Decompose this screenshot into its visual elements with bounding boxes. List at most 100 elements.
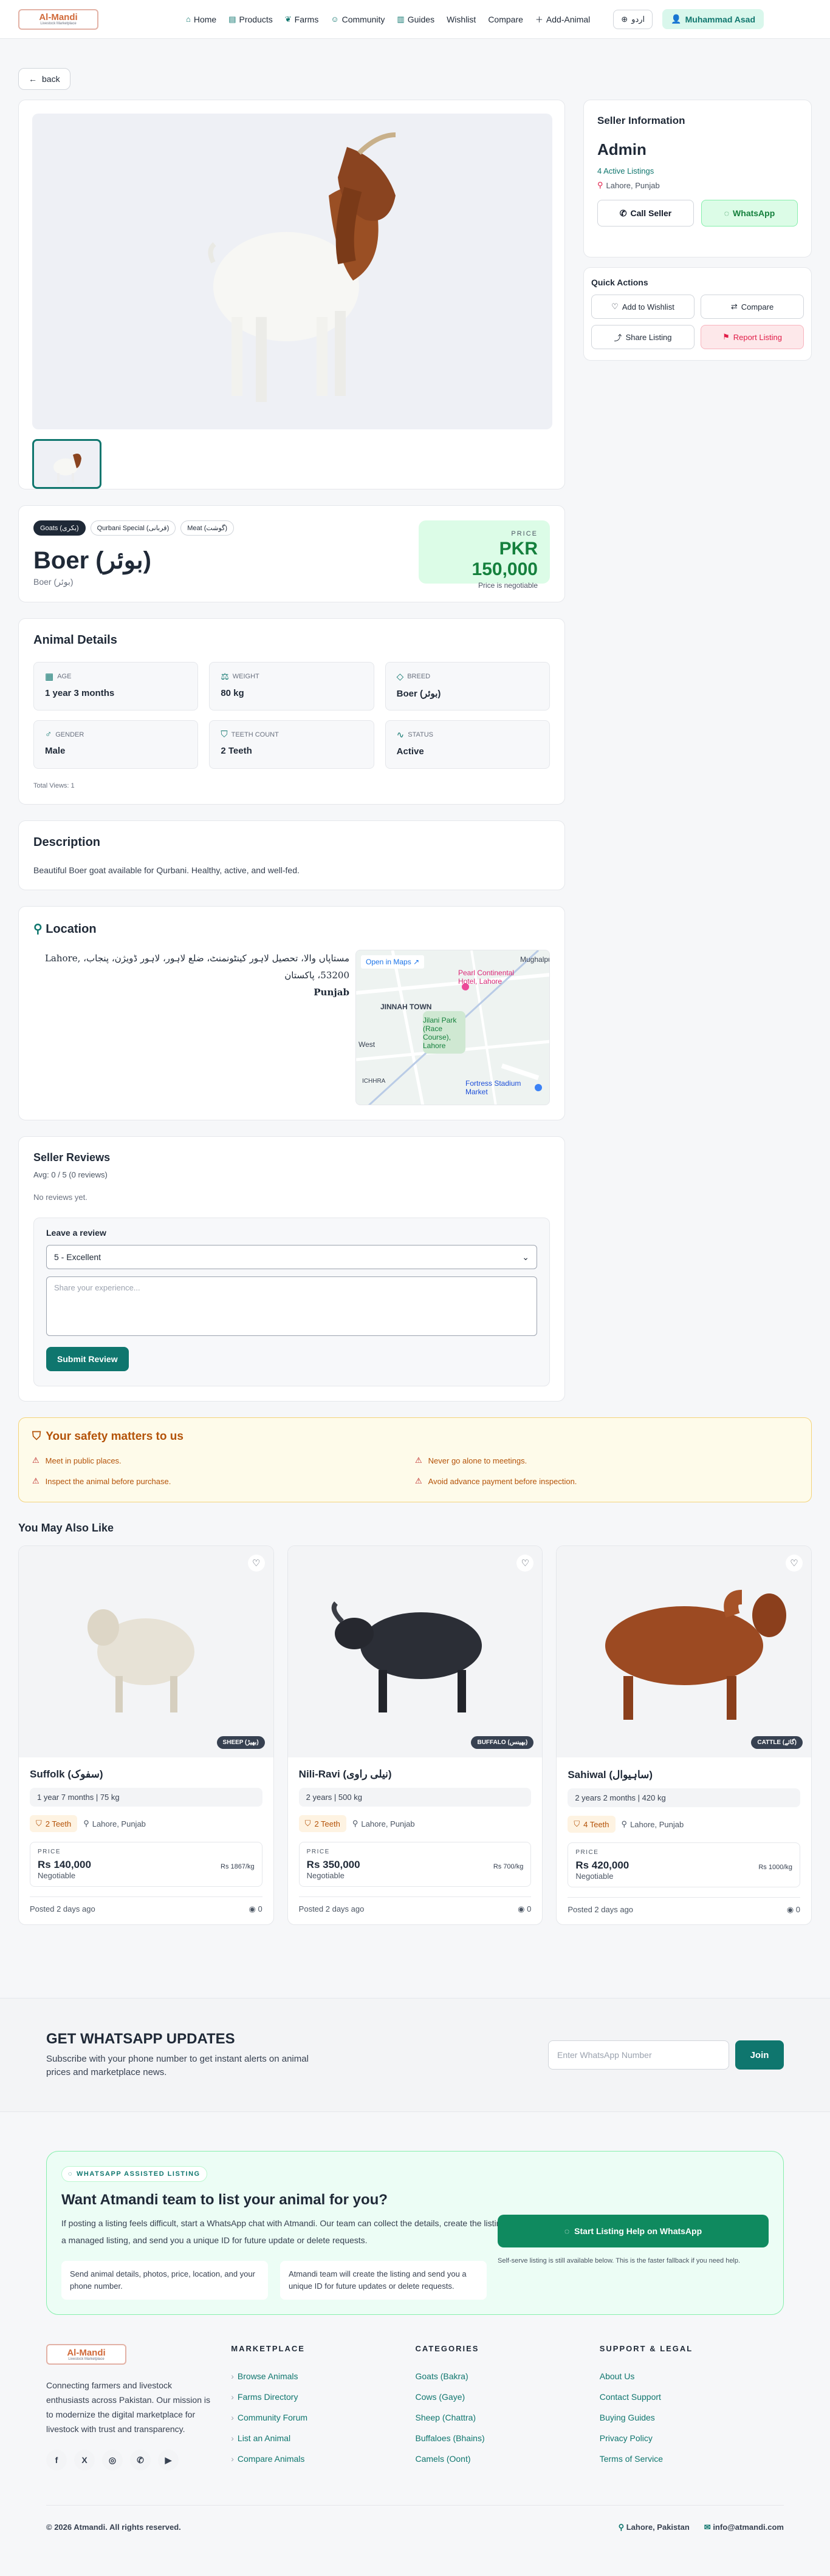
- nav-farms[interactable]: ❦ Farms: [279, 11, 325, 28]
- nav-community[interactable]: ☺ Community: [324, 11, 391, 28]
- footer-link[interactable]: › Farms Directory: [231, 2392, 415, 2402]
- card-title[interactable]: Nili-Ravi (نیلی راوی): [299, 1768, 532, 1780]
- activity-icon: ∿: [396, 730, 405, 740]
- shield-icon: ⛉: [36, 1819, 42, 1828]
- open-maps-label: Open in Maps: [366, 958, 411, 966]
- footer-link[interactable]: › List an Animal: [231, 2433, 415, 2443]
- start-listing-help-button[interactable]: ◌ Start Listing Help on WhatsApp: [498, 2215, 769, 2247]
- map-pin-icon: ⚲: [352, 1819, 358, 1828]
- user-menu-button[interactable]: 👤 Muhammad Asad: [662, 9, 764, 29]
- instagram-icon[interactable]: ◎: [102, 2450, 123, 2470]
- share-listing-button[interactable]: ⤴ Share Listing: [591, 325, 695, 349]
- negotiable-text: Negotiable: [38, 1871, 76, 1880]
- nav-label: Farms: [294, 14, 319, 24]
- footer-email-text: info@atmandi.com: [713, 2523, 784, 2532]
- footer-link[interactable]: › Browse Animals: [231, 2371, 415, 2381]
- footer-about: Al-Mandi Livestock Marketplace Connectin…: [46, 2344, 231, 2475]
- listing-card[interactable]: ♡ CATTLE (گائے) Sahiwal (ساہیوال) 2 year…: [556, 1545, 812, 1925]
- card-title[interactable]: Suffolk (سفوک): [30, 1768, 262, 1780]
- nav-wishlist[interactable]: Wishlist: [441, 11, 482, 28]
- card-price: PRICE Rs 140,000 Negotiable Rs 1867/kg: [30, 1842, 262, 1887]
- globe-icon: ⊕: [621, 14, 628, 24]
- rating-select[interactable]: 5 - Excellent ⌄: [46, 1245, 537, 1269]
- footer-link[interactable]: Goats (Bakra): [415, 2371, 599, 2381]
- details-heading: Animal Details: [33, 633, 117, 647]
- location-section: ⚲ Location Lahore, مستاپاں والا، تحصیل ل…: [18, 906, 565, 1120]
- gallery-thumbnail[interactable]: [32, 439, 101, 489]
- site-logo[interactable]: Al-Mandi Livestock Marketplace: [18, 9, 98, 30]
- tag-qurbani[interactable]: Qurbani Special (قربانی): [90, 520, 176, 536]
- tag-meat[interactable]: Meat (گوشت): [180, 520, 235, 536]
- footer-link[interactable]: Cows (Gaye): [415, 2392, 599, 2402]
- footer-link[interactable]: › Compare Animals: [231, 2454, 415, 2464]
- nav-compare[interactable]: Compare: [482, 11, 529, 28]
- footer-link[interactable]: Terms of Service: [600, 2454, 784, 2464]
- x-icon[interactable]: X: [74, 2450, 95, 2470]
- wishlist-heart-icon[interactable]: ♡: [786, 1555, 803, 1572]
- leave-review-label: Leave a review: [46, 1228, 106, 1238]
- call-label: Call Seller: [630, 208, 672, 218]
- listing-card-image[interactable]: ♡ SHEEP (بھیڑ): [19, 1546, 273, 1757]
- detail-value: Active: [396, 746, 424, 757]
- footer-link[interactable]: Buffaloes (Bhains): [415, 2433, 599, 2443]
- map-label-stadium: Fortress Stadium Market: [465, 1079, 521, 1096]
- footer-link[interactable]: Buying Guides: [600, 2413, 784, 2422]
- card-title[interactable]: Sahiwal (ساہیوال): [568, 1768, 800, 1781]
- nav-products[interactable]: ▤ Products: [222, 11, 279, 28]
- assisted-text: If posting a listing feels difficult, st…: [61, 2218, 517, 2245]
- posted-time: Posted 2 days ago: [298, 1904, 365, 1913]
- footer-link[interactable]: › Community Forum: [231, 2413, 415, 2422]
- location-map[interactable]: Open in Maps ↗ JINNAH TOWN Jilani Park (…: [355, 950, 550, 1105]
- language-toggle[interactable]: ⊕ اردو: [613, 9, 653, 29]
- footer-link[interactable]: Privacy Policy: [600, 2433, 784, 2443]
- listing-card-image[interactable]: ♡ BUFFALO (بھینس): [287, 1546, 543, 1757]
- footer-link[interactable]: Contact Support: [600, 2392, 784, 2402]
- listing-title: Boer (بوئر): [33, 547, 151, 574]
- compare-button[interactable]: ⇄ Compare: [701, 295, 804, 319]
- detail-age: ▦ AGE 1 year 3 months: [33, 662, 199, 710]
- back-button[interactable]: ← back: [18, 68, 70, 90]
- review-textarea[interactable]: Share your experience...: [46, 1276, 537, 1336]
- call-seller-button[interactable]: ✆ Call Seller: [597, 200, 694, 227]
- report-listing-button[interactable]: ⚑ Report Listing: [701, 325, 804, 349]
- nav-home[interactable]: ⌂ Home: [180, 11, 222, 28]
- tag-goats[interactable]: Goats (بکری): [33, 520, 86, 536]
- footer-location-text: Lahore, Pakistan: [626, 2523, 690, 2532]
- rating-value: 5 - Excellent: [54, 1252, 101, 1262]
- listing-card[interactable]: ♡ BUFFALO (بھینس) Nili-Ravi (نیلی راوی) …: [287, 1545, 543, 1925]
- footer-link[interactable]: Camels (Oont): [415, 2454, 599, 2464]
- footer-link[interactable]: About Us: [600, 2371, 784, 2381]
- whatsapp-icon[interactable]: ✆: [130, 2450, 151, 2470]
- listing-card-image[interactable]: ♡ CATTLE (گائے): [557, 1546, 812, 1757]
- footer-link[interactable]: Sheep (Chattra): [415, 2413, 599, 2422]
- location-heading: Location: [46, 922, 97, 936]
- listing-card[interactable]: ♡ SHEEP (بھیڑ) Suffolk (سفوک) 1 year 7 m…: [18, 1545, 274, 1925]
- card-meta: 1 year 7 months | 75 kg: [30, 1788, 262, 1807]
- nav-guides[interactable]: ▥ Guides: [391, 11, 441, 28]
- eye-icon: ◉: [249, 1904, 256, 1913]
- footer-email[interactable]: ✉ info@atmandi.com: [704, 2523, 784, 2532]
- price-label: PRICE: [511, 530, 538, 537]
- facebook-icon[interactable]: f: [46, 2450, 67, 2470]
- submit-review-button[interactable]: Submit Review: [46, 1347, 129, 1371]
- wishlist-heart-icon[interactable]: ♡: [247, 1555, 265, 1572]
- youtube-icon[interactable]: ▶: [158, 2450, 179, 2470]
- open-in-maps-link[interactable]: Open in Maps ↗: [361, 955, 425, 969]
- nav-add-animal[interactable]: ＋ Add-Animal: [529, 10, 596, 29]
- detail-status: ∿ STATUS Active: [385, 720, 550, 769]
- add-to-wishlist-button[interactable]: ♡ Add to Wishlist: [591, 295, 695, 319]
- whatsapp-button[interactable]: ◌ WhatsApp: [701, 200, 798, 227]
- category-badge: CATTLE (گائے): [751, 1736, 803, 1749]
- wishlist-heart-icon[interactable]: ♡: [516, 1555, 534, 1572]
- description-heading: Description: [33, 836, 101, 849]
- posted-time: Posted 2 days ago: [568, 1905, 634, 1914]
- seller-listings[interactable]: 4 Active Listings: [597, 166, 798, 175]
- arrow-left-icon: ←: [29, 74, 37, 84]
- map-pin-icon: ⚲: [597, 180, 603, 189]
- whatsapp-icon: ◌: [564, 2226, 570, 2236]
- footer-logo[interactable]: Al-Mandi Livestock Marketplace: [46, 2344, 126, 2365]
- views-value: 0: [795, 1905, 801, 1914]
- join-button[interactable]: Join: [735, 2040, 784, 2070]
- whatsapp-number-input[interactable]: Enter WhatsApp Number: [548, 2040, 729, 2070]
- main-animal-image[interactable]: [32, 114, 552, 429]
